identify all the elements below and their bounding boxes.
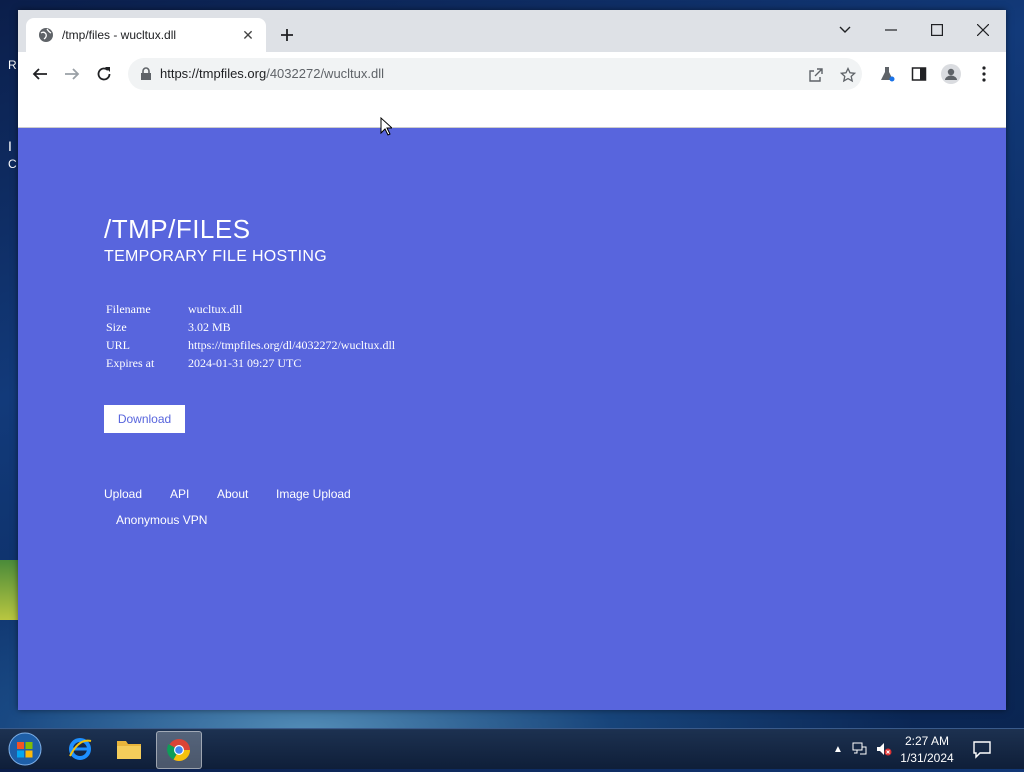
forward-icon[interactable]: [60, 62, 84, 86]
menu-icon[interactable]: [972, 62, 996, 86]
tab-strip: /tmp/files - wucltux.dll ✕: [18, 10, 1006, 52]
url-path: /4032272/wucltux.dll: [266, 66, 385, 81]
footer-link-image-upload[interactable]: Image Upload: [276, 487, 351, 501]
address-bar[interactable]: https://tmpfiles.org/4032272/wucltux.dll: [128, 58, 862, 90]
minimize-icon[interactable]: [877, 16, 905, 44]
clock-time: 2:27 AM: [904, 734, 950, 748]
info-row: URL https://tmpfiles.org/dl/4032272/wuclt…: [104, 336, 397, 354]
info-value: https://tmpfiles.org/dl/4032272/wucltux.…: [188, 338, 396, 352]
site-subtitle: TEMPORARY FILE HOSTING: [104, 248, 327, 265]
file-info-table: Filename wucltux.dll Size 3.02 MB URL https…: [104, 300, 397, 372]
page-content: /TMP/FILES TEMPORARY FILE HOSTING Filena…: [18, 128, 1006, 710]
info-row: Filename wucltux.dll: [104, 300, 397, 318]
labs-icon[interactable]: [875, 62, 899, 86]
browser-tab[interactable]: /tmp/files - wucltux.dll ✕: [26, 18, 266, 52]
info-key: URL: [106, 338, 130, 352]
info-key: Expires at: [106, 356, 155, 370]
info-key: Filename: [106, 302, 151, 316]
internet-explorer-icon[interactable]: [58, 731, 102, 767]
address-url: https://tmpfiles.org/4032272/wucltux.dll: [160, 66, 384, 81]
lock-icon[interactable]: [140, 67, 152, 81]
close-icon[interactable]: [969, 16, 997, 44]
chrome-icon[interactable]: [156, 731, 202, 769]
browser-window: /tmp/files - wucltux.dll ✕ https://tmpfi…: [18, 10, 1006, 710]
globe-icon: [38, 27, 54, 43]
desktop-wallpaper-accent: [0, 560, 18, 620]
maximize-icon[interactable]: [923, 16, 951, 44]
info-value: wucltux.dll: [188, 302, 243, 316]
desktop-icon-label: I: [8, 138, 12, 154]
desktop-icon-label: R: [8, 58, 17, 72]
star-icon[interactable]: [838, 65, 858, 85]
clock-date: 1/31/2024: [900, 751, 954, 765]
url-host: https://tmpfiles.org: [160, 66, 267, 81]
footer-link-api[interactable]: API: [170, 487, 189, 501]
info-key: Size: [106, 320, 127, 334]
download-button[interactable]: Download: [104, 405, 185, 433]
file-explorer-icon[interactable]: [107, 731, 151, 767]
info-value: 2024-01-31 09:27 UTC: [188, 356, 302, 370]
footer-link-upload[interactable]: Upload: [104, 487, 142, 501]
network-icon[interactable]: [852, 741, 868, 757]
share-icon[interactable]: [806, 65, 826, 85]
desktop-icon-label: C: [8, 157, 17, 171]
taskbar-clock[interactable]: 2:27 AM 1/31/2024: [896, 733, 958, 767]
browser-toolbar: https://tmpfiles.org/4032272/wucltux.dll: [18, 52, 1006, 96]
info-row: Expires at 2024-01-31 09:27 UTC: [104, 354, 397, 372]
info-value: 3.02 MB: [188, 320, 231, 334]
info-row: Size 3.02 MB: [104, 318, 397, 336]
reload-icon[interactable]: [92, 62, 116, 86]
show-hidden-icons-icon[interactable]: ▲: [830, 741, 846, 757]
tab-close-icon[interactable]: ✕: [240, 27, 256, 43]
tab-title: /tmp/files - wucltux.dll: [62, 28, 177, 42]
sidepanel-icon[interactable]: [907, 62, 931, 86]
taskbar: ▲ 2:27 AM 1/31/2024: [0, 728, 1024, 769]
volume-muted-icon[interactable]: [876, 741, 892, 757]
action-center-icon[interactable]: [972, 739, 992, 759]
page-top-strip: [18, 96, 1006, 128]
profile-icon[interactable]: [939, 62, 963, 86]
site-title: /TMP/FILES: [104, 214, 251, 244]
footer-link-about[interactable]: About: [217, 487, 248, 501]
chevron-down-icon[interactable]: [831, 16, 859, 44]
footer-link-anonymous-vpn[interactable]: Anonymous VPN: [116, 513, 207, 527]
new-tab-button[interactable]: [276, 24, 298, 46]
mouse-cursor-icon: [380, 116, 394, 142]
start-button[interactable]: [6, 731, 44, 767]
back-icon[interactable]: [28, 62, 52, 86]
